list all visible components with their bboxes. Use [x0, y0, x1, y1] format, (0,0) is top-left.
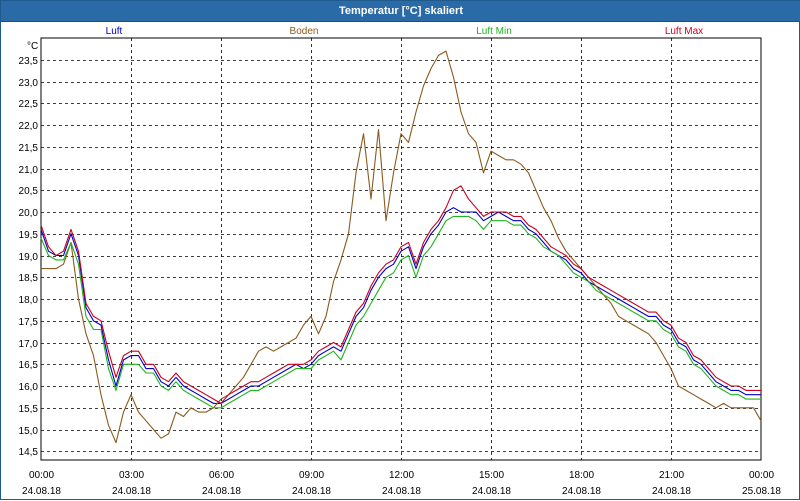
y-tick-label: 23,5	[19, 56, 39, 67]
y-tick-label: 23,0	[19, 78, 39, 89]
y-tick-label: 18,0	[19, 295, 39, 306]
y-tick-label: 15,0	[19, 426, 39, 437]
legend-entry-luft-min: Luft Min	[476, 26, 512, 37]
y-tick-label: 20,5	[19, 186, 39, 197]
x-tick-time: 06:00	[209, 470, 234, 481]
y-tick-label: 17,5	[19, 317, 39, 328]
x-tick-time: 03:00	[119, 470, 144, 481]
y-tick-label: 19,0	[19, 252, 39, 263]
x-tick-date: 25.08.18	[742, 486, 781, 497]
x-tick-date: 24.08.18	[202, 486, 241, 497]
x-tick-time: 09:00	[299, 470, 324, 481]
y-tick-label: 15,5	[19, 404, 39, 415]
y-tick-label: 22,5	[19, 99, 39, 110]
y-tick-label: 18,5	[19, 273, 39, 284]
x-tick-date: 24.08.18	[112, 486, 151, 497]
y-tick-label: 22,0	[19, 121, 39, 132]
x-tick-time: 15:00	[479, 470, 504, 481]
x-tick-date: 24.08.18	[382, 486, 421, 497]
x-tick-date: 24.08.18	[22, 486, 61, 497]
y-tick-label: 17,0	[19, 339, 39, 350]
y-tick-label: 16,5	[19, 360, 39, 371]
x-tick-time: 21:00	[659, 470, 684, 481]
plot-area	[40, 37, 762, 461]
y-axis-unit: °C	[27, 41, 38, 52]
legend-entry-luft-max: Luft Max	[665, 26, 703, 37]
x-tick-date: 24.08.18	[292, 486, 331, 497]
y-tick-label: 20,0	[19, 208, 39, 219]
chart-window: Temperatur [°C] skaliert 14,5 15,0 15,5 16,…	[0, 0, 800, 500]
y-tick-label: 21,5	[19, 143, 39, 154]
x-tick-time: 00:00	[29, 470, 54, 481]
x-tick-time: 12:00	[389, 470, 414, 481]
y-tick-label: 16,0	[19, 382, 39, 393]
y-tick-label: 21,0	[19, 165, 39, 176]
x-tick-time: 18:00	[569, 470, 594, 481]
x-tick-date: 24.08.18	[652, 486, 691, 497]
x-tick-time: 00:00	[749, 470, 774, 481]
x-tick-date: 24.08.18	[472, 486, 511, 497]
x-tick-date: 24.08.18	[562, 486, 601, 497]
temperature-chart: 14,5 15,0 15,5 16,0 16,5 17,0 17,5 18,0 18,5 19,0…	[19, 26, 782, 497]
y-tick-label: 14,5	[19, 447, 39, 458]
y-tick-label: 19,5	[19, 230, 39, 241]
legend-entry-boden: Boden	[290, 26, 319, 37]
legend-entry-luft: Luft	[106, 26, 123, 37]
